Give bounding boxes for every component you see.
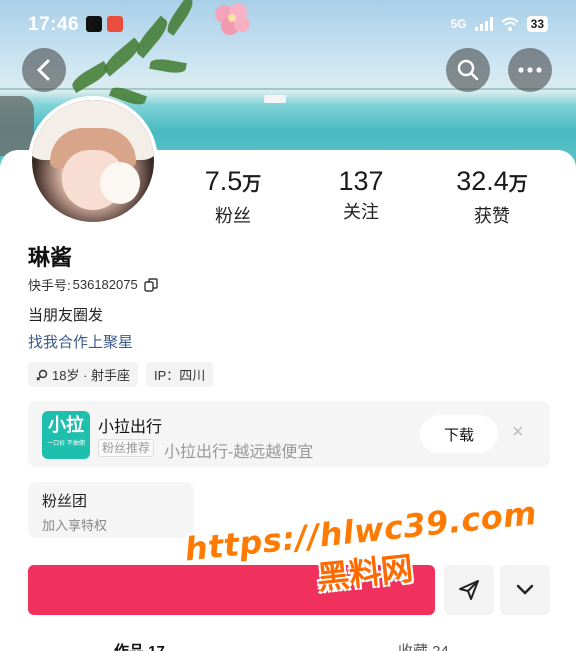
stat-following-label: 关注 [343,202,379,222]
likes-number: 32.4 [456,166,509,196]
profile-id-label: 快手号: [28,278,71,293]
likes-unit: 万 [508,174,528,195]
network-label: 5G [450,17,467,31]
tab-favorites[interactable]: 收藏 24 [398,640,449,651]
avatar-plush [100,162,140,204]
ad-logo-subtext: 一口价 不抽佣 [47,441,85,447]
avatar[interactable] [28,96,158,226]
ad-title: 小拉出行 [98,419,163,436]
avatar-image [32,100,154,222]
tag-ip-text: IP：四川 [154,368,206,383]
boat-shape [264,95,286,103]
search-button[interactable] [446,48,490,92]
search-icon [457,59,479,81]
profile-name: 琳酱 [28,245,73,270]
tag-ip: IP：四川 [146,362,214,387]
tag-age: 18岁 · 射手座 [28,362,139,387]
leaf-shape [149,56,187,76]
content-tabs: 作品 17 收藏 24 [0,640,576,651]
stat-fans-label: 粉丝 [215,206,251,226]
copy-icon[interactable] [144,277,158,292]
tag-age-text: 18岁 · 射手座 [52,368,131,383]
profile-bio: 当朋友圈发 [28,307,104,324]
close-icon[interactable]: × [512,421,524,444]
profile-bio-link[interactable]: 找我合作上聚星 [28,331,133,352]
ad-description: 小拉出行-越远越便宜 [164,444,314,461]
stat-following[interactable]: 137 关注 [301,166,421,224]
ad-app-logo: 小拉 一口价 不抽佣 [42,411,90,459]
fans-number: 7.5 [204,166,243,196]
status-right: 5G 33 [451,16,548,32]
profile-stats: 7.5万 粉丝 137 关注 32.4万 获赞 [170,166,576,226]
ad-badge: 粉丝推荐 [98,439,155,457]
profile-tags: 18岁 · 射手座 IP：四川 [28,362,214,387]
profile-id-value: 536182075 [72,277,138,292]
stat-fans-value: 7.5万 [173,166,293,200]
stat-following-value: 137 [338,166,384,196]
horizon-line [0,88,576,90]
female-icon [36,369,48,380]
more-horizontal-icon [518,67,542,73]
battery-indicator: 33 [526,16,548,32]
ad-logo-text: 小拉 [48,415,84,435]
stat-likes-value: 32.4万 [432,166,552,200]
ad-download-button[interactable]: 下载 [420,415,498,453]
tab-works[interactable]: 作品 17 [114,640,165,651]
fans-unit: 万 [242,174,262,195]
app-notification-icon [86,16,102,32]
notification-icons [86,16,123,32]
app-notification-icon [107,16,123,32]
stat-likes[interactable]: 32.4万 获赞 [432,166,552,228]
profile-id-row: 快手号: 536182075 [28,275,158,294]
fan-club-card[interactable]: 粉丝团 加入享特权 [28,482,194,538]
status-time: 17:46 [28,14,80,35]
stat-likes-label: 获赞 [474,206,510,226]
back-button[interactable] [22,48,66,92]
wifi-icon [500,17,519,31]
fan-club-title: 粉丝团 [42,493,88,510]
stat-fans[interactable]: 7.5万 粉丝 [173,166,293,228]
ad-card[interactable]: 小拉 一口价 不抽佣 小拉出行 粉丝推荐 小拉出行-越远越便宜 下载 × [28,401,550,467]
status-bar: 17:46 5G 33 [0,0,576,48]
more-button[interactable] [508,48,552,92]
chevron-left-icon [36,59,50,81]
fan-club-subtitle: 加入享特权 [42,518,108,533]
signal-icon [474,17,493,31]
